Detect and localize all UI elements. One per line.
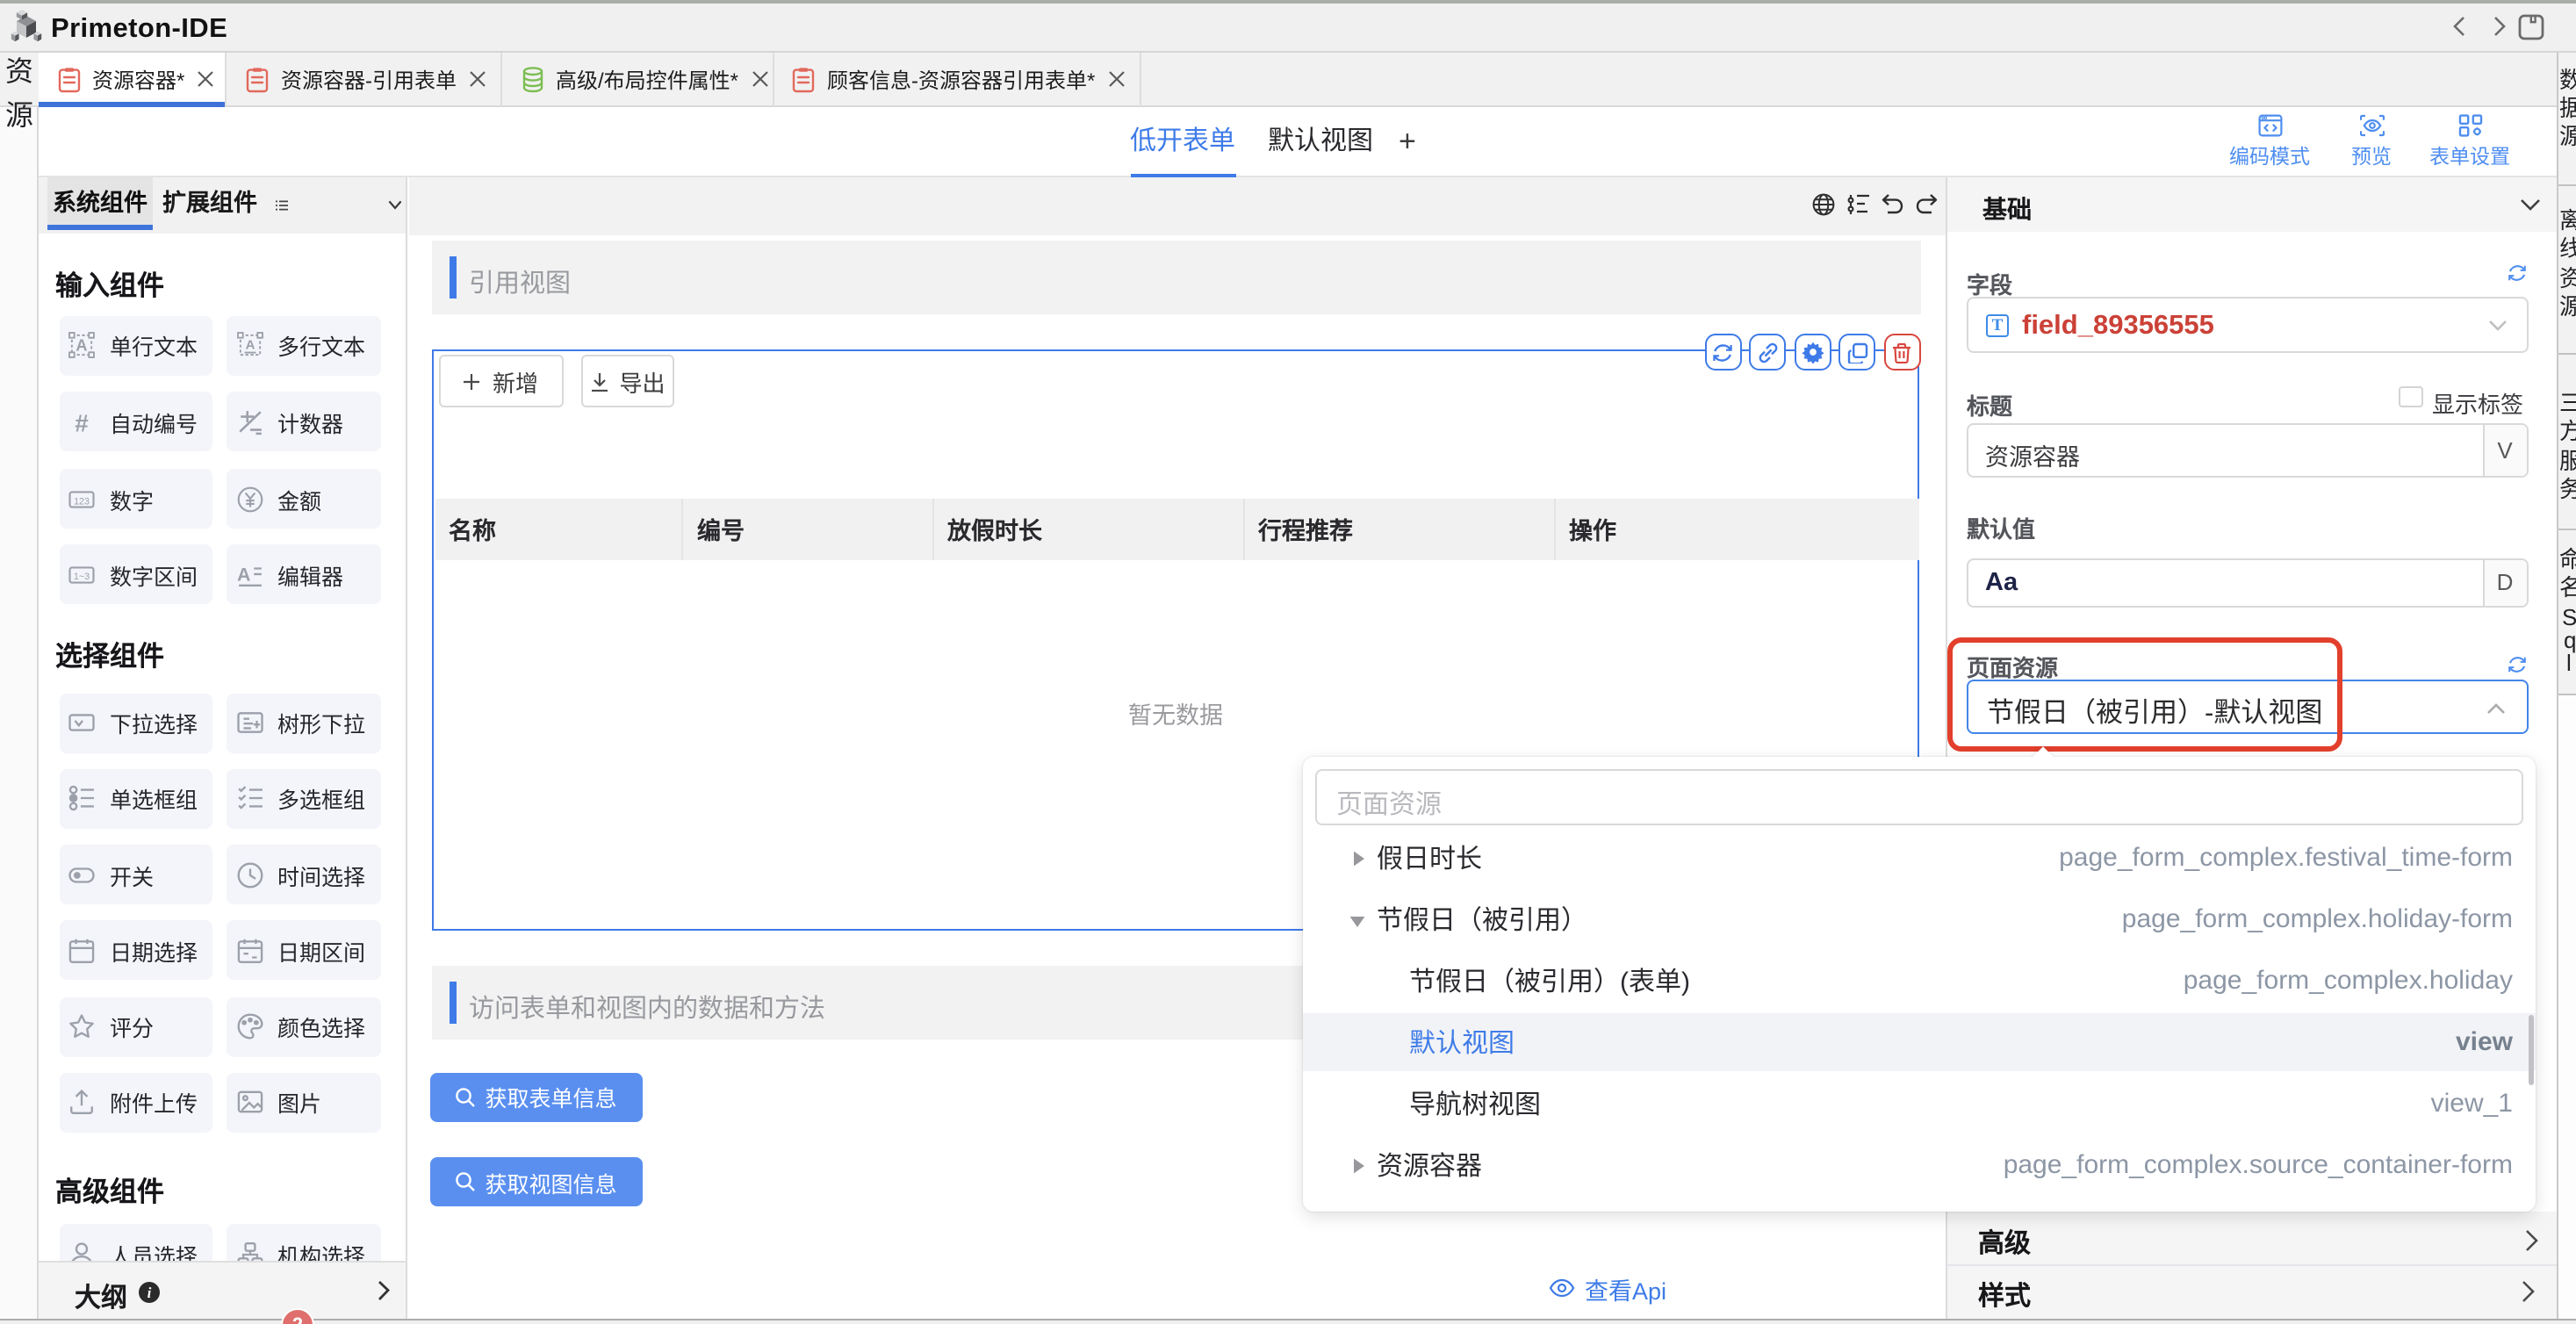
svg-text:#: #	[75, 409, 89, 435]
svg-text:A: A	[236, 563, 249, 584]
svg-text:A: A	[76, 336, 87, 354]
svg-text:A: A	[245, 337, 255, 352]
svg-text:123: 123	[74, 496, 90, 507]
svg-text:1~3: 1~3	[74, 571, 90, 581]
